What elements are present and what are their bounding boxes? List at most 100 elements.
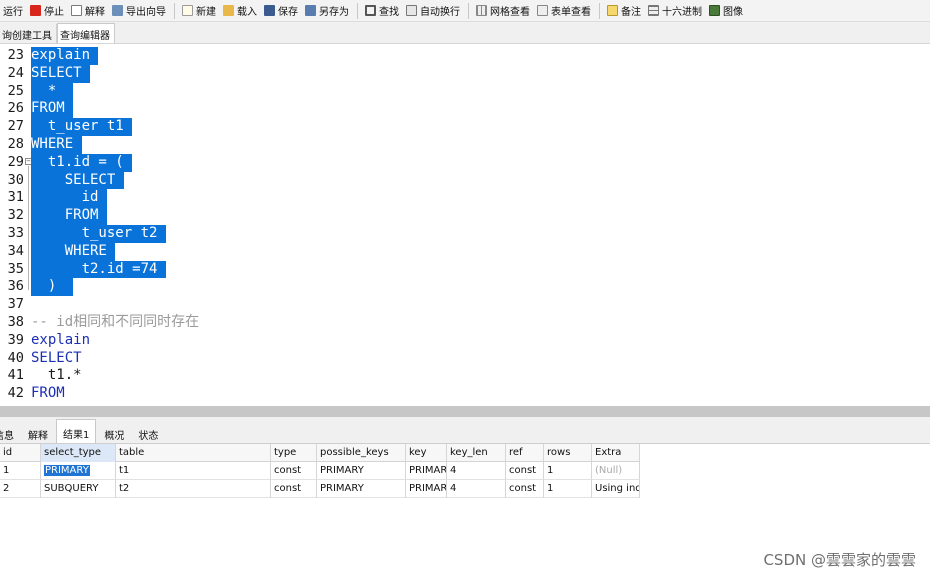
code-token: t2.id =74 (31, 260, 158, 277)
cell-ref[interactable]: const (506, 462, 544, 480)
save-as-button[interactable]: 另存为 (302, 1, 352, 21)
cell-select-type[interactable]: SUBQUERY (41, 480, 116, 498)
word-wrap-button[interactable]: 自动换行 (403, 1, 463, 21)
cell-value: PRIMARY (320, 483, 364, 494)
line-number: 35 (7, 260, 24, 277)
code-text: SELECT (31, 350, 82, 368)
cell-possible-keys[interactable]: PRIMARY (317, 462, 406, 480)
table-row[interactable]: 2 SUBQUERY t2 const PRIMARY PRIMAR 4 const 1 Usin… (0, 480, 640, 498)
tab-overview-label: 概况 (104, 431, 125, 442)
line-number: 39 (7, 331, 24, 348)
new-label: 新建 (196, 7, 216, 18)
column-header-select-type[interactable]: select_type (41, 444, 116, 462)
column-header-table[interactable]: table (116, 444, 271, 462)
column-header-rows[interactable]: rows (544, 444, 592, 462)
code-token: t1.* (31, 367, 82, 384)
code-text: id (31, 189, 107, 208)
save-button[interactable]: 保存 (261, 1, 301, 21)
cell-type[interactable]: const (271, 462, 317, 480)
tab-status-label: 状态 (138, 431, 159, 442)
cell-value: SUBQUERY (44, 483, 99, 494)
cell-extra[interactable]: (Null) (592, 462, 640, 480)
code-token: WHERE (31, 242, 107, 259)
form-view-button[interactable]: 表单查看 (534, 1, 594, 21)
memo-icon (607, 5, 618, 16)
grid-view-label: 网格查看 (490, 7, 530, 18)
cell-table[interactable]: t1 (116, 462, 271, 480)
load-button[interactable]: 载入 (220, 1, 260, 21)
tab-overview[interactable]: 概况 (98, 421, 130, 443)
toolbar-separator (599, 2, 600, 19)
code-token: * (31, 82, 65, 99)
explain-button[interactable]: 解释 (68, 1, 108, 21)
table-row[interactable]: 1 PRIMARY t1 const PRIMARY PRIMAR 4 const 1 (Null… (0, 462, 640, 480)
column-header-key-len[interactable]: key_len (447, 444, 506, 462)
column-header-ref[interactable]: ref (506, 444, 544, 462)
column-header-possible-keys[interactable]: possible_keys (317, 444, 406, 462)
cell-id[interactable]: 2 (0, 480, 41, 498)
word-wrap-label: 自动换行 (420, 7, 460, 18)
memo-label: 备注 (621, 7, 641, 18)
tab-query-builder[interactable]: 询创建工具 (0, 24, 57, 43)
code-text: SELECT (31, 64, 91, 83)
tab-result1[interactable]: 结果1 (56, 419, 97, 443)
memo-button[interactable]: 备注 (604, 1, 644, 21)
tab-explain[interactable]: 解释 (22, 421, 54, 443)
column-header-id[interactable]: id (0, 444, 41, 462)
export-wizard-button[interactable]: 导出向导 (109, 1, 169, 21)
cell-value: 1 (547, 483, 554, 494)
sql-editor[interactable]: 23 explain 24 SELECT 25 * 26 FROM 27 t_user… (0, 44, 930, 406)
find-button[interactable]: 查找 (362, 1, 402, 21)
code-token: t_user t1 (31, 118, 124, 135)
cell-value: 1 (547, 465, 554, 476)
tab-result1-label: 结果1 (63, 430, 90, 441)
tab-query-editor[interactable]: 查询编辑器 (57, 23, 115, 43)
cell-key-len[interactable]: 4 (447, 462, 506, 480)
cell-value: 2 (3, 483, 10, 494)
result-tab-bar: 信息 解释 结果1 概况 状态 (0, 417, 930, 444)
cell-key[interactable]: PRIMAR (406, 480, 447, 498)
line-number: 28 (7, 136, 24, 152)
column-header-extra[interactable]: Extra (592, 444, 640, 462)
tab-status[interactable]: 状态 (132, 421, 164, 443)
cell-key-len[interactable]: 4 (447, 480, 506, 498)
cell-table[interactable]: t2 (116, 480, 271, 498)
tab-info[interactable]: 信息 (0, 421, 20, 443)
panel-splitter[interactable] (0, 406, 930, 417)
new-button[interactable]: 新建 (179, 1, 219, 21)
cell-type[interactable]: const (271, 480, 317, 498)
column-header-type[interactable]: type (271, 444, 317, 462)
cell-possible-keys[interactable]: PRIMARY (317, 480, 406, 498)
cell-extra[interactable]: Using ind (592, 480, 640, 498)
cell-rows[interactable]: 1 (544, 480, 592, 498)
cell-value: PRIMAR (409, 483, 447, 494)
cell-value: const (509, 483, 537, 494)
line-number: 42 (7, 385, 24, 402)
cell-rows[interactable]: 1 (544, 462, 592, 480)
line-number: 29 (7, 153, 24, 170)
tab-info-label: 信息 (0, 431, 14, 442)
code-token: SELECT (31, 349, 82, 366)
code-token: WHERE (31, 136, 74, 152)
line-number: 23 (7, 47, 24, 63)
column-header-key[interactable]: key (406, 444, 447, 462)
stop-button[interactable]: 停止 (27, 1, 67, 21)
cell-value: const (274, 483, 302, 494)
cell-select-type[interactable]: PRIMARY (41, 462, 116, 480)
cell-key[interactable]: PRIMAR (406, 462, 447, 480)
line-number: 32 (7, 207, 24, 224)
cell-ref[interactable]: const (506, 480, 544, 498)
code-text: -- id相同和不同同时存在 (31, 314, 199, 332)
cell-value: PRIMARY (320, 465, 364, 476)
cell-id[interactable]: 1 (0, 462, 41, 480)
cell-value: const (274, 465, 302, 476)
stop-label: 停止 (44, 7, 64, 18)
grid-view-button[interactable]: 网格查看 (473, 1, 533, 21)
code-token: FROM (31, 207, 99, 224)
image-button[interactable]: 图像 (706, 1, 746, 21)
hex-button[interactable]: 十六进制 (645, 1, 705, 21)
grid-header-row: id select_type table type possible_keys key ke… (0, 444, 640, 462)
hex-label: 十六进制 (662, 7, 702, 18)
fold-guide-line (28, 165, 29, 291)
run-button[interactable]: 运行 (0, 1, 26, 21)
